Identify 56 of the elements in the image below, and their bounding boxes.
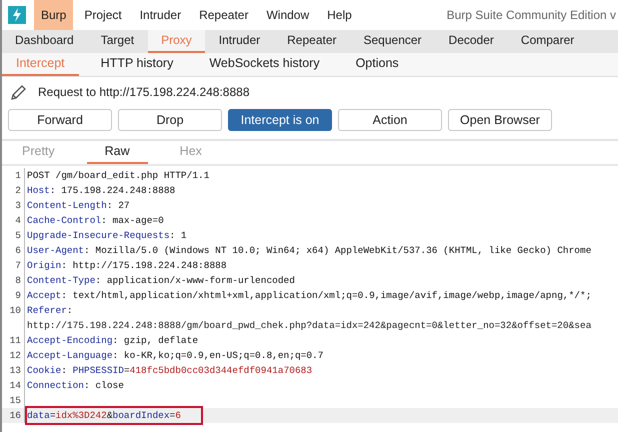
main-tab[interactable]: Dashboard	[2, 30, 87, 53]
menu-item[interactable]: Window	[259, 0, 316, 30]
line-number: 11	[2, 333, 25, 348]
code-line: http://175.198.224.248:8888/gm/board_pwd_chek.php?data=idx=242&pagecnt=0&letter_no=32&offset=20&sea	[27, 319, 592, 333]
line-number: 6	[2, 243, 25, 258]
code-line: Cookie: PHPSESSID=418fc5bdb0cc03d344efdf0941a70683	[27, 364, 312, 378]
menu-item[interactable]: Project	[77, 0, 129, 30]
toolbar-button[interactable]: Action	[338, 109, 442, 131]
main-tab[interactable]: Decoder	[436, 30, 507, 53]
main-tab[interactable]: Target	[88, 30, 148, 53]
line-number: 14	[2, 378, 25, 393]
code-line: Accept-Language: ko-KR,ko;q=0.9,en-US;q=0.8,en;q=0.7	[27, 349, 324, 363]
code-line: Host: 175.198.224.248:8888	[27, 184, 176, 198]
code-line: Accept-Encoding: gzip, deflate	[27, 334, 198, 348]
line-number: 2	[2, 183, 25, 198]
line-number: 1	[2, 168, 25, 183]
main-tab[interactable]: Intruder	[206, 30, 274, 53]
menu-item[interactable]: Intruder	[132, 0, 188, 30]
line-number: 13	[2, 363, 25, 378]
toolbar-button[interactable]: Drop	[118, 109, 222, 131]
window-title: Burp Suite Community Edition v	[446, 8, 616, 22]
code-line: Upgrade-Insecure-Requests: 1	[27, 229, 187, 243]
code-line: Accept: text/html,application/xhtml+xml,application/xml;q=0.9,image/avif,image/webp,image/apng,*/*;	[27, 289, 592, 303]
toolbar-button[interactable]: Intercept is on	[228, 109, 332, 131]
code-line: POST /gm/board_edit.php HTTP/1.1	[27, 169, 210, 183]
line-number: 12	[2, 348, 25, 363]
menu-item[interactable]: Repeater	[192, 0, 256, 30]
line-number: 16	[2, 408, 25, 423]
line-number: 8	[2, 273, 25, 288]
code-line: Referer:	[27, 304, 74, 318]
menu-item[interactable]: Help	[320, 0, 359, 30]
code-line: Content-Type: application/x-www-form-urlencoded	[27, 274, 295, 288]
main-tab[interactable]: Sequencer	[350, 30, 435, 53]
code-line: Cache-Control: max-age=0	[27, 214, 164, 228]
code-line: User-Agent: Mozilla/5.0 (Windows NT 10.0; Win64; x64) AppleWebKit/537.36 (KHTML, like Gecko) Chrome	[27, 244, 592, 258]
code-line: Content-Length: 27	[27, 199, 130, 213]
code-line: Origin: http://175.198.224.248:8888	[27, 259, 227, 273]
line-number: 10	[2, 303, 25, 333]
line-number: 3	[2, 198, 25, 213]
line-number: 5	[2, 228, 25, 243]
main-tab[interactable]: Comparer	[508, 30, 588, 53]
line-number: 7	[2, 258, 25, 273]
line-number: 4	[2, 213, 25, 228]
toolbar-button[interactable]: Forward	[8, 109, 112, 131]
line-number: 9	[2, 288, 25, 303]
pencil-icon	[10, 83, 28, 101]
toolbar-button[interactable]: Open Browser	[448, 109, 552, 131]
lightning-logo-icon	[8, 6, 26, 24]
sub-tab[interactable]: HTTP history	[86, 53, 188, 76]
sub-tab[interactable]: Options	[342, 53, 413, 76]
main-tab[interactable]: Repeater	[274, 30, 350, 53]
sub-tab[interactable]: WebSockets history	[195, 53, 334, 76]
menu-item[interactable]: Burp	[34, 0, 74, 30]
request-url-label: Request to http://175.198.224.248:8888	[38, 85, 250, 99]
code-line: Connection: close	[27, 379, 124, 393]
editor-tab[interactable]: Raw	[86, 141, 148, 164]
